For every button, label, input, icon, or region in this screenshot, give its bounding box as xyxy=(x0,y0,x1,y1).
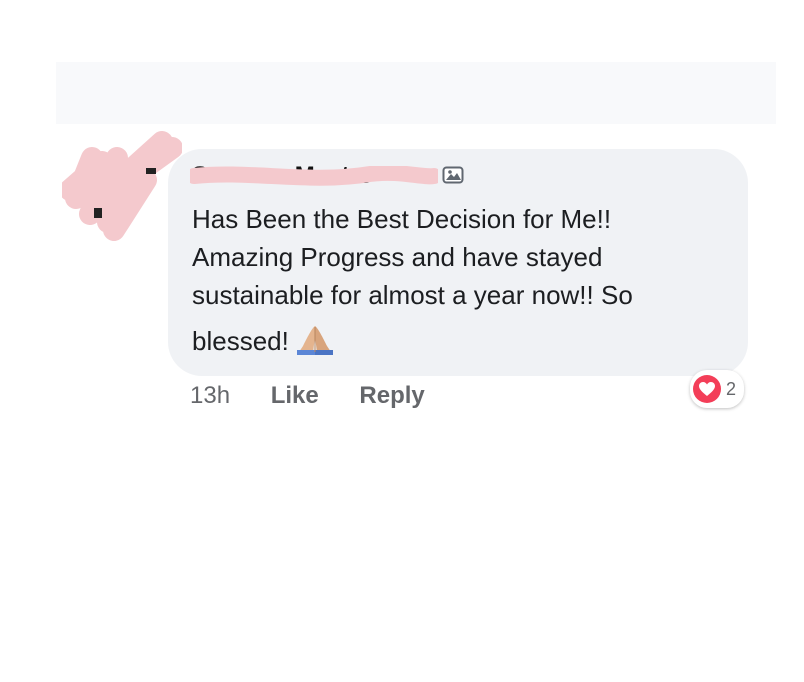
like-button[interactable]: Like xyxy=(271,382,319,410)
name-redaction xyxy=(190,166,438,186)
author-row: S–––––– M––tre xyxy=(190,160,492,192)
comment-line: blessed! xyxy=(192,326,289,356)
avatar[interactable] xyxy=(59,130,183,245)
reply-button[interactable]: Reply xyxy=(359,382,424,410)
comment-line: Has Been the Best Decision for Me!! xyxy=(192,204,612,234)
reaction-count: 2 xyxy=(726,378,737,399)
comment-actions: 13h Like Reply xyxy=(190,381,425,415)
comment-text: Has Been the Best Decision for Me!! Amaz… xyxy=(192,200,737,360)
timestamp[interactable]: 13h xyxy=(190,382,230,410)
avatar-redaction xyxy=(59,131,183,241)
comment-line: sustainable for almost a year now!! So xyxy=(192,280,633,310)
heart-icon xyxy=(693,375,721,403)
photo-icon xyxy=(442,164,464,186)
top-band xyxy=(56,62,776,124)
comment-line: Amazing Progress and have stayed xyxy=(192,242,603,272)
reaction-summary[interactable]: 2 xyxy=(690,370,745,408)
folded-hands-emoji xyxy=(295,324,335,356)
